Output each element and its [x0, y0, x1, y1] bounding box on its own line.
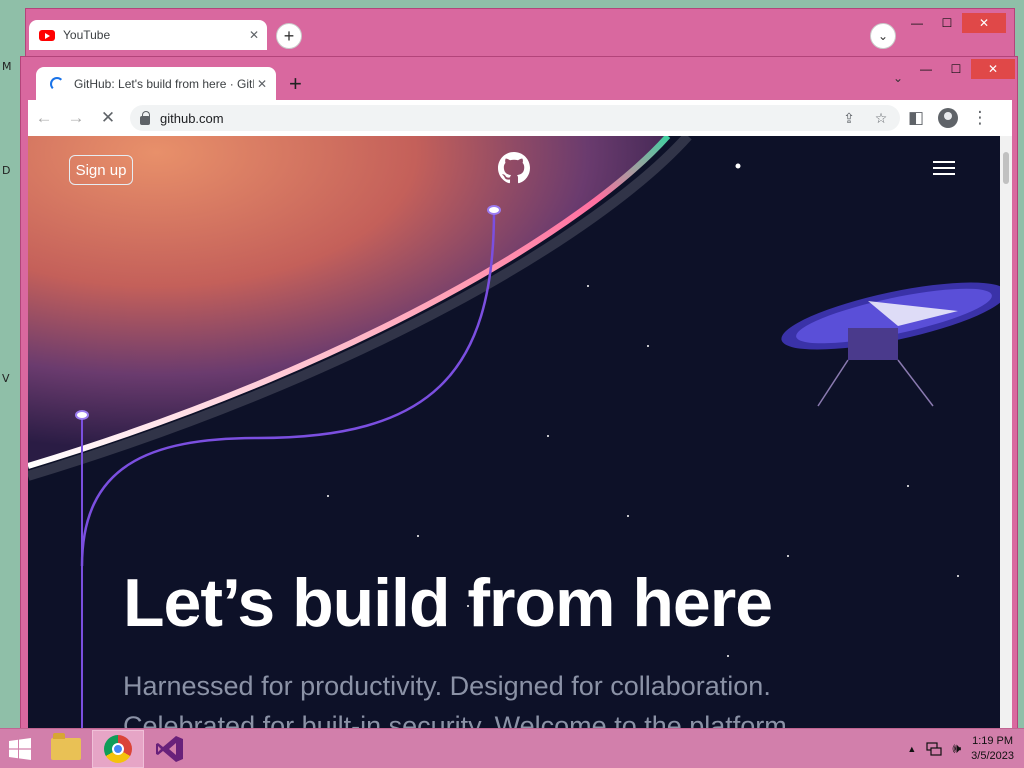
maximize-button[interactable]: ☐	[932, 13, 962, 33]
forward-button[interactable]: →	[60, 108, 92, 128]
close-icon[interactable]: ✕	[249, 28, 259, 42]
visual-studio-icon	[156, 735, 183, 762]
url-text[interactable]: github.com	[160, 111, 224, 126]
clock-time: 1:19 PM	[972, 734, 1014, 747]
network-icon[interactable]	[926, 741, 942, 756]
profile-avatar[interactable]	[938, 108, 958, 128]
browser-toolbar: ← → ✕ github.com ⇪ ☆ ◧ ⋮	[28, 100, 1012, 136]
page-scrollbar[interactable]	[1000, 136, 1012, 745]
sign-up-button[interactable]: Sign up	[69, 155, 133, 185]
taskbar: ▲ 🕪 1:19 PM 3/5/2023	[0, 728, 1024, 768]
tray-expand-icon[interactable]: ▲	[907, 744, 916, 754]
tab-github[interactable]: GitHub: Let's build from here · GitHub ✕	[36, 67, 276, 100]
menu-hamburger-icon[interactable]	[933, 161, 955, 175]
chrome-icon	[104, 734, 132, 763]
lock-icon[interactable]	[140, 110, 150, 125]
clock[interactable]: 1:19 PM 3/5/2023	[971, 734, 1014, 764]
loading-spinner-icon	[50, 76, 64, 91]
hero-title: Let’s build from here	[123, 565, 773, 641]
bookmark-star-icon[interactable]: ☆	[868, 110, 894, 127]
close-window-button[interactable]: ✕	[971, 59, 1015, 79]
page-viewport: Sign up Let’s build from here Harnessed …	[28, 136, 1000, 745]
windows-logo-icon	[9, 737, 31, 760]
new-tab-button[interactable]: +	[289, 71, 302, 97]
tab-title: YouTube	[63, 28, 111, 42]
desktop-icon-label: M	[2, 60, 12, 73]
browser-window[interactable]: GitHub: Let's build from here · GitHub ✕…	[20, 56, 1018, 746]
minimize-button[interactable]: —	[911, 59, 941, 79]
tab-search-button[interactable]: ⌄	[870, 23, 896, 49]
window-controls: — ☐ ✕	[911, 59, 1015, 79]
close-window-button[interactable]: ✕	[962, 13, 1006, 33]
stop-loading-button[interactable]: ✕	[92, 108, 124, 128]
window-controls: — ☐ ✕	[902, 13, 1006, 33]
taskbar-visual-studio[interactable]	[144, 730, 196, 768]
github-logo-icon[interactable]	[498, 152, 530, 184]
scrollbar-thumb[interactable]	[1003, 152, 1009, 184]
address-bar[interactable]: github.com ⇪ ☆	[130, 105, 900, 131]
taskbar-chrome[interactable]	[92, 729, 144, 768]
start-button[interactable]	[0, 729, 40, 768]
folder-icon	[51, 732, 81, 760]
taskbar-file-explorer[interactable]	[40, 730, 92, 768]
minimize-button[interactable]: —	[902, 13, 932, 33]
youtube-icon	[39, 29, 55, 41]
close-icon[interactable]: ✕	[257, 77, 267, 91]
desktop-icon-label: D	[2, 164, 11, 177]
volume-icon[interactable]: 🕪	[952, 740, 961, 757]
tab-youtube[interactable]: YouTube ✕	[29, 20, 267, 50]
system-tray: ▲ 🕪 1:19 PM 3/5/2023	[907, 734, 1024, 764]
chrome-menu-button[interactable]: ⋮	[964, 108, 996, 128]
new-tab-button[interactable]: +	[276, 23, 302, 49]
back-button[interactable]: ←	[28, 108, 60, 128]
tab-search-button[interactable]: ⌄	[893, 71, 903, 85]
hero-illustration	[28, 136, 1000, 745]
side-panel-button[interactable]: ◧	[900, 108, 932, 128]
tab-title: GitHub: Let's build from here · GitHub	[74, 76, 254, 91]
desktop-icon-label: V	[2, 372, 10, 385]
clock-date: 3/5/2023	[971, 749, 1014, 762]
share-icon[interactable]: ⇪	[836, 110, 862, 127]
maximize-button[interactable]: ☐	[941, 59, 971, 79]
